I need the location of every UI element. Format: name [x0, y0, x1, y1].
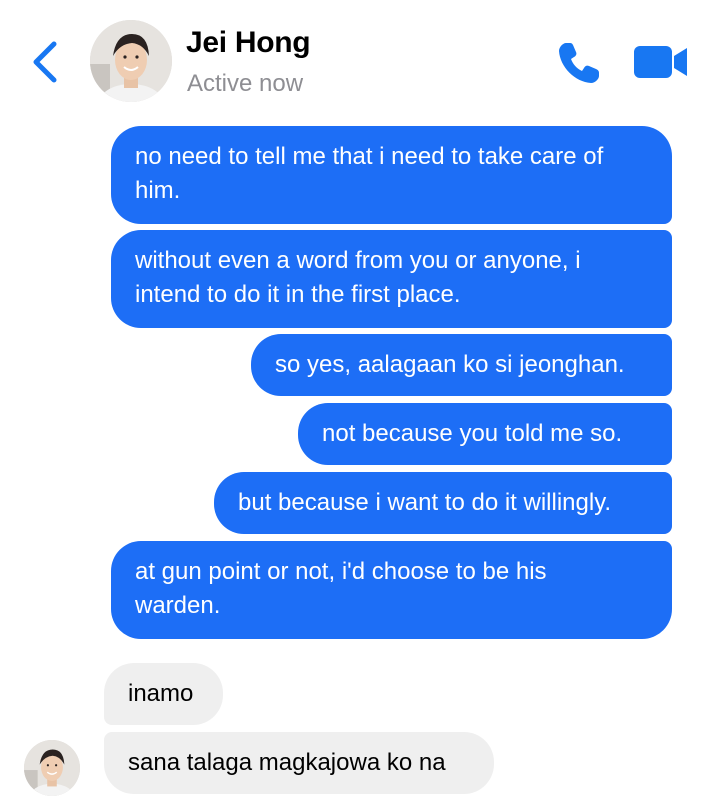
outgoing-message[interactable]: but because i want to do it willingly. [214, 472, 672, 534]
sender-avatar[interactable] [24, 740, 80, 796]
chevron-left-icon[interactable] [28, 38, 62, 86]
active-status: Active now [187, 70, 304, 97]
outgoing-message[interactable]: at gun point or not, i'd choose to be hi… [111, 541, 672, 639]
phone-icon[interactable] [556, 40, 604, 86]
outgoing-message[interactable]: no need to tell me that i need to take c… [111, 126, 672, 224]
contact-name[interactable]: Jei Hong [186, 26, 311, 60]
video-camera-icon[interactable] [632, 42, 690, 82]
incoming-message[interactable]: sana talaga magkajowa ko na [104, 732, 494, 794]
incoming-message[interactable]: inamo [104, 663, 223, 725]
outgoing-message[interactable]: so yes, aalagaan ko si jeonghan. [251, 334, 672, 396]
outgoing-message[interactable]: not because you told me so. [298, 403, 672, 465]
contact-avatar[interactable] [90, 20, 172, 102]
chat-header: Jei Hong Active now [0, 0, 719, 112]
outgoing-message[interactable]: without even a word from you or anyone, … [111, 230, 672, 328]
